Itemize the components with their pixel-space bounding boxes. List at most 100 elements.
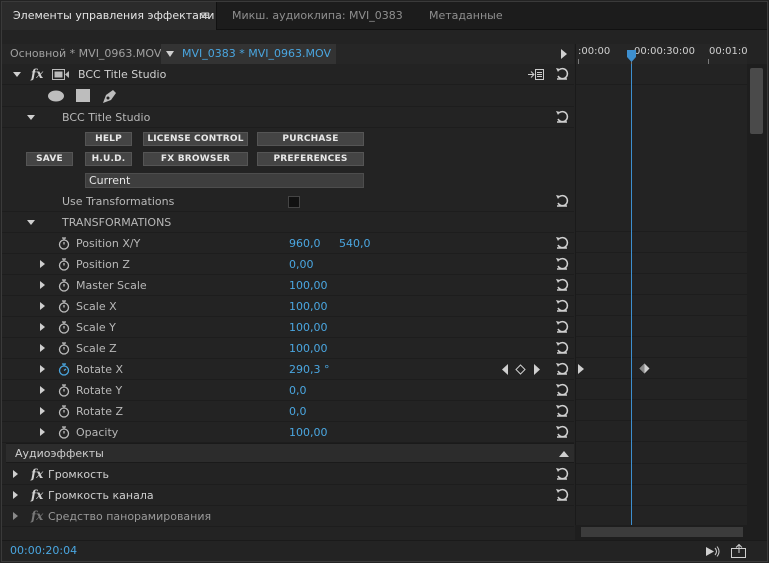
- tab-metadata[interactable]: Метаданные: [418, 2, 503, 30]
- property-value-y[interactable]: 540,0: [339, 233, 371, 254]
- group-row-bcc-title-studio[interactable]: BCC Title Studio: [2, 107, 574, 128]
- property-value-x[interactable]: 960,0: [289, 233, 321, 254]
- reset-icon[interactable]: [555, 257, 569, 271]
- current-clip-label[interactable]: MVI_0383 * MVI_0963.MOV: [182, 44, 331, 64]
- expand-icon[interactable]: [40, 323, 45, 331]
- stopwatch-icon[interactable]: [58, 300, 70, 313]
- previous-keyframe-icon[interactable]: [501, 364, 509, 375]
- chevron-down-icon[interactable]: [166, 51, 174, 57]
- reset-icon[interactable]: [555, 341, 569, 355]
- property-value[interactable]: 0,0: [289, 401, 307, 422]
- scroll-thumb[interactable]: [581, 527, 743, 537]
- use-transformations-checkbox[interactable]: [288, 196, 300, 208]
- next-keyframe-icon[interactable]: [533, 364, 541, 375]
- fx-icon[interactable]: fx: [31, 464, 43, 485]
- export-icon[interactable]: [731, 544, 747, 558]
- expand-icon[interactable]: [40, 281, 45, 289]
- panel-menu-icon[interactable]: ≡: [200, 2, 210, 30]
- effect-menu-icon[interactable]: [528, 69, 544, 80]
- add-keyframe-icon[interactable]: [515, 364, 526, 375]
- reset-icon[interactable]: [555, 362, 569, 376]
- property-value[interactable]: 100,00: [289, 275, 328, 296]
- reset-icon[interactable]: [555, 320, 569, 334]
- stopwatch-icon[interactable]: [58, 321, 70, 334]
- preset-field[interactable]: Current: [85, 173, 364, 188]
- expand-icon[interactable]: [40, 407, 45, 415]
- stopwatch-icon[interactable]: [58, 279, 70, 292]
- tab-effect-controls[interactable]: Элементы управления эффектами: [2, 2, 217, 30]
- audio-effect-volume[interactable]: fx Громкость: [2, 464, 574, 485]
- reset-icon[interactable]: [555, 383, 569, 397]
- collapse-icon[interactable]: [27, 115, 35, 120]
- vertical-scrollbar[interactable]: [747, 64, 767, 525]
- reset-icon[interactable]: [555, 299, 569, 313]
- audio-effects-header[interactable]: Аудиоэффекты: [6, 443, 574, 463]
- expand-icon[interactable]: [40, 386, 45, 394]
- playhead-icon[interactable]: [626, 49, 637, 63]
- help-button[interactable]: HELP: [85, 132, 132, 146]
- reset-icon[interactable]: [555, 467, 569, 481]
- save-button[interactable]: SAVE: [26, 152, 73, 166]
- expand-icon[interactable]: [40, 260, 45, 268]
- property-value[interactable]: 0,0: [289, 380, 307, 401]
- reset-icon[interactable]: [555, 236, 569, 250]
- expand-icon[interactable]: [40, 344, 45, 352]
- property-value[interactable]: 100,00: [289, 422, 328, 443]
- ellipse-mask-icon[interactable]: [47, 90, 65, 102]
- play-audio-icon[interactable]: [705, 545, 721, 558]
- property-row: Position Z 0,00: [2, 254, 574, 275]
- stopwatch-icon[interactable]: [58, 405, 70, 418]
- license-control-button[interactable]: LICENSE CONTROL: [143, 132, 248, 146]
- property-value[interactable]: 100,00: [289, 338, 328, 359]
- hud-button[interactable]: H.U.D.: [85, 152, 132, 166]
- scroll-thumb[interactable]: [750, 68, 763, 134]
- collapse-icon[interactable]: [13, 72, 21, 77]
- property-value[interactable]: 0,00: [289, 254, 314, 275]
- rectangle-mask-icon[interactable]: [76, 89, 90, 103]
- keyframe-nav-icon[interactable]: [578, 364, 584, 374]
- effect-row-bcc-title-studio[interactable]: fx BCC Title Studio: [2, 64, 574, 85]
- toggle-timeline-icon[interactable]: [561, 49, 567, 59]
- expand-icon[interactable]: [40, 365, 45, 373]
- audio-effect-channel-volume[interactable]: fx Громкость канала: [2, 485, 574, 506]
- fx-icon[interactable]: fx: [31, 485, 43, 506]
- reset-icon[interactable]: [555, 278, 569, 292]
- stopwatch-active-icon[interactable]: [58, 363, 70, 376]
- purchase-button[interactable]: PURCHASE: [257, 132, 364, 146]
- time-ruler[interactable]: :00:00 00:00:30:00 00:01:0: [575, 44, 748, 64]
- property-value[interactable]: 100,00: [289, 296, 328, 317]
- reset-icon[interactable]: [555, 404, 569, 418]
- stopwatch-icon[interactable]: [58, 258, 70, 271]
- reset-icon[interactable]: [555, 67, 569, 81]
- expand-icon[interactable]: [40, 302, 45, 310]
- stopwatch-icon[interactable]: [58, 342, 70, 355]
- reset-icon[interactable]: [555, 110, 569, 124]
- reset-icon[interactable]: [555, 425, 569, 439]
- expand-icon[interactable]: [40, 428, 45, 436]
- property-value[interactable]: 290,3 °: [289, 359, 330, 380]
- collapse-section-icon[interactable]: [559, 450, 569, 457]
- audio-effect-panner[interactable]: fx Средство панорамирования: [2, 506, 574, 527]
- master-clip-label[interactable]: Основной * MVI_0963.MOV: [10, 44, 161, 64]
- transformations-row[interactable]: TRANSFORMATIONS: [2, 212, 574, 233]
- pen-mask-icon[interactable]: [101, 87, 119, 105]
- reset-icon[interactable]: [555, 194, 569, 208]
- stopwatch-icon[interactable]: [58, 426, 70, 439]
- keyframe-icon[interactable]: [639, 363, 650, 374]
- horizontal-scrollbar[interactable]: [575, 525, 767, 540]
- stopwatch-icon[interactable]: [58, 237, 70, 250]
- expand-icon[interactable]: [13, 512, 18, 520]
- fx-icon: fx: [31, 509, 44, 523]
- expand-icon[interactable]: [13, 491, 18, 499]
- collapse-icon[interactable]: [27, 220, 35, 225]
- stopwatch-icon[interactable]: [58, 384, 70, 397]
- preferences-button[interactable]: PREFERENCES: [257, 152, 364, 166]
- reset-icon[interactable]: [555, 488, 569, 502]
- tab-audio-clip-mixer[interactable]: Микш. аудиоклипа: MVI_0383: [221, 2, 403, 30]
- fx-icon[interactable]: fx: [31, 64, 43, 85]
- keyframe-timeline[interactable]: [575, 64, 748, 525]
- current-timecode[interactable]: 00:00:20:04: [10, 544, 77, 557]
- expand-icon[interactable]: [13, 470, 18, 478]
- property-value[interactable]: 100,00: [289, 317, 328, 338]
- fx-browser-button[interactable]: FX BROWSER: [143, 152, 248, 166]
